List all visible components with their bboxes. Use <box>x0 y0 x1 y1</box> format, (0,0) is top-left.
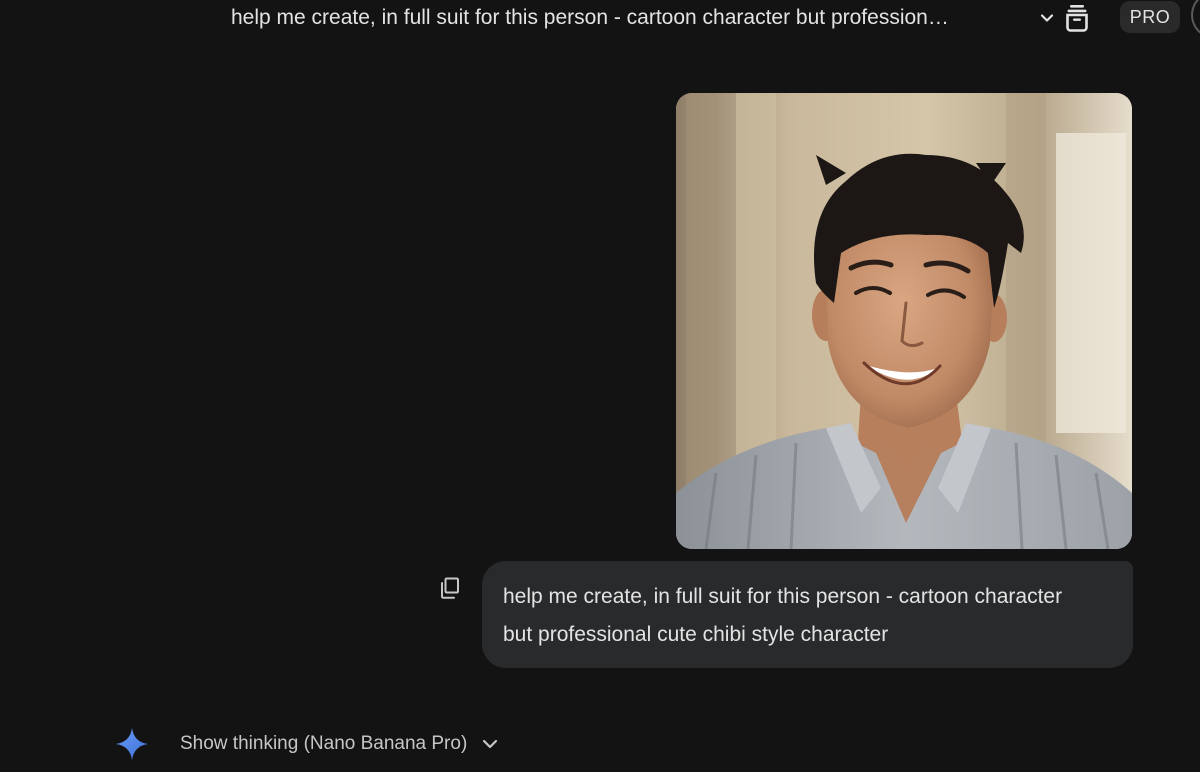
copy-message-button[interactable] <box>436 574 464 602</box>
title-dropdown-button[interactable] <box>1034 4 1060 32</box>
chevron-down-icon <box>1040 14 1054 22</box>
uploaded-photo[interactable] <box>676 93 1132 549</box>
archive-button[interactable] <box>1062 2 1092 34</box>
chat-page: help me create, in full suit for this pe… <box>0 0 1200 772</box>
user-message-line-2: but professional cute chibi style charac… <box>503 623 889 646</box>
conversation-title[interactable]: help me create, in full suit for this pe… <box>231 4 1021 32</box>
copy-icon <box>441 577 459 599</box>
archive-icon <box>1066 5 1088 32</box>
account-avatar[interactable] <box>1191 0 1200 38</box>
show-thinking-button[interactable]: Show thinking (Nano Banana Pro) <box>180 730 499 758</box>
portrait-image <box>676 93 1132 549</box>
gemini-spark-icon <box>116 728 148 760</box>
show-thinking-label: Show thinking (Nano Banana Pro) <box>180 733 468 754</box>
chevron-down-icon <box>481 738 499 750</box>
pro-badge: PRO <box>1120 1 1180 33</box>
user-message-line-1: help me create, in full suit for this pe… <box>503 585 1063 608</box>
user-message-bubble: help me create, in full suit for this pe… <box>482 561 1133 668</box>
